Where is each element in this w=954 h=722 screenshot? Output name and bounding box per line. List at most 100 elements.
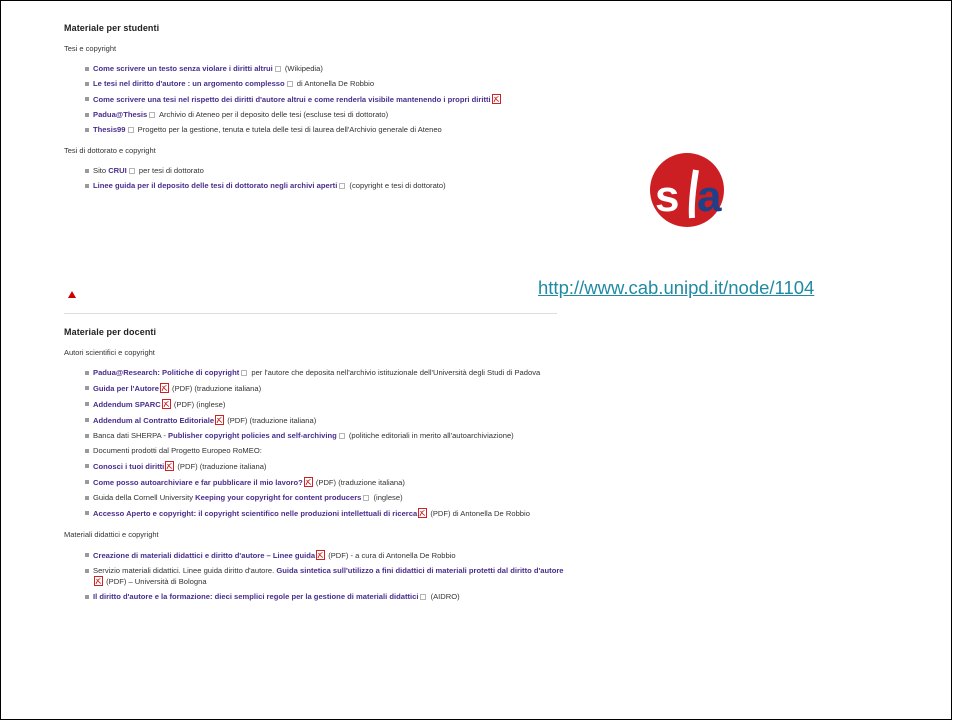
item-text: per l'autore che deposita nell'archivio … <box>249 368 541 377</box>
item-text: (PDF) (traduzione italiana) <box>313 478 405 487</box>
item-text: Guida della Cornell University <box>93 493 196 502</box>
list-item: Sito CRUI per tesi di dottorato <box>85 166 564 176</box>
pdf-icon <box>161 399 171 409</box>
resource-list: Creazione di materiali didattici e dirit… <box>64 550 564 602</box>
list-item: Come scrivere una tesi nel rispetto dei … <box>85 94 564 105</box>
resource-link[interactable]: Keeping your copyright for content produ… <box>195 493 361 502</box>
item-text: (politiche editoriali in merito all'auto… <box>346 431 514 440</box>
resource-link[interactable]: CRUI <box>108 166 127 175</box>
svg-text:s: s <box>655 172 679 221</box>
group-subtitle: Tesi di dottorato e copyright <box>64 146 156 155</box>
list-item: Guida della Cornell University Keeping y… <box>85 493 564 503</box>
item-text: (inglese) <box>371 493 403 502</box>
item-text: (AIDRO) <box>428 592 460 601</box>
resource-link[interactable]: Padua@Research: Politiche di copyright <box>93 368 239 377</box>
resource-link[interactable]: Guida per l'Autore <box>93 384 159 393</box>
resource-link[interactable]: Thesis99 <box>93 125 126 134</box>
external-link-icon <box>274 66 281 72</box>
pdf-icon <box>491 94 501 104</box>
external-link-icon <box>420 594 427 600</box>
section-title-teachers: Materiale per docenti <box>64 327 157 337</box>
list-item: Le tesi nel diritto d'autore : un argome… <box>85 79 564 89</box>
svg-text:a: a <box>697 172 722 221</box>
item-text: Banca dati SHERPA - <box>93 431 168 440</box>
external-link-icon <box>286 81 293 87</box>
resource-list: Come scrivere un testo senza violare i d… <box>64 64 564 135</box>
list-item: Padua@Thesis Archivio di Ateneo per il d… <box>85 110 564 120</box>
resource-link[interactable]: Come scrivere un testo senza violare i d… <box>93 64 273 73</box>
sba-logo: s a <box>650 153 724 227</box>
item-text: (Wikipedia) <box>282 64 323 73</box>
group-subtitle: Tesi e copyright <box>64 44 117 53</box>
pdf-icon <box>418 508 428 518</box>
item-text: Progetto per la gestione, tenuta e tutel… <box>135 125 442 134</box>
pdf-icon <box>165 461 175 471</box>
item-text: (PDF) (inglese) <box>171 400 226 409</box>
item-text: (PDF) di Antonella De Robbio <box>428 509 530 518</box>
students-groups: Tesi e copyright Come scrivere un testo s… <box>64 44 564 191</box>
item-text: di Antonella De Robbio <box>294 79 375 88</box>
back-to-top-triangle-up-icon[interactable] <box>68 291 76 298</box>
pdf-icon <box>94 576 103 586</box>
item-text: Sito <box>93 166 109 175</box>
external-link-icon <box>127 127 134 133</box>
external-link-icon <box>241 370 248 376</box>
pdf-icon <box>303 477 313 487</box>
item-text: Documenti prodotti dal Progetto Europeo … <box>93 446 262 455</box>
slide-frame: Materiale per studenti Tesi e copyright C… <box>0 0 952 720</box>
section-divider <box>64 313 557 314</box>
resource-link[interactable]: Linee guida per il deposito delle tesi d… <box>93 181 337 190</box>
item-text: (PDF) (traduzione italiana) <box>169 384 262 393</box>
external-link-icon <box>339 183 346 189</box>
section-title-students: Materiale per studenti <box>64 23 160 33</box>
list-item: Accesso Aperto e copyright: il copyright… <box>85 508 564 519</box>
external-link-icon <box>338 433 345 439</box>
list-item: Padua@Research: Politiche di copyright p… <box>85 368 564 378</box>
list-item: Conosci i tuoi diritti (PDF) (traduzione… <box>85 461 564 472</box>
list-item: Addendum SPARC (PDF) (inglese) <box>85 399 564 410</box>
resource-link[interactable]: Padua@Thesis <box>93 110 147 119</box>
resource-link[interactable]: Le tesi nel diritto d'autore : un argome… <box>93 79 285 88</box>
item-text: (copyright e tesi di dottorato) <box>347 181 446 190</box>
list-item: Servizio materiali didattici. Linee guid… <box>85 566 564 587</box>
resource-list: Sito CRUI per tesi di dottorato Linee gui… <box>64 166 564 191</box>
group-subtitle: Materiali didattici e copyright <box>64 530 159 539</box>
teachers-groups: Autori scientifici e copyright Padua@Rese… <box>64 348 564 602</box>
list-item: Come posso autoarchiviare e far pubblica… <box>85 477 564 488</box>
list-item: Linee guida per il deposito delle tesi d… <box>85 181 564 191</box>
list-item: Come scrivere un testo senza violare i d… <box>85 64 564 74</box>
source-url-link[interactable]: http://www.cab.unipd.it/node/1104 <box>538 277 814 299</box>
item-text: (PDF) (traduzione italiana) <box>225 416 317 425</box>
pdf-icon <box>215 415 225 425</box>
list-item: Creazione di materiali didattici e dirit… <box>85 550 564 561</box>
resource-link[interactable]: Accesso Aperto e copyright: il copyright… <box>93 509 417 518</box>
resource-link[interactable]: Publisher copyright policies and self-ar… <box>168 431 337 440</box>
resource-link[interactable]: Creazione di materiali didattici e dirit… <box>93 551 315 560</box>
item-text: Servizio materiali didattici. Linee guid… <box>93 566 277 575</box>
resource-link[interactable]: Conosci i tuoi diritti <box>93 462 164 471</box>
list-item: Il diritto d'autore e la formazione: die… <box>85 592 564 602</box>
resource-link[interactable]: Addendum SPARC <box>93 400 161 409</box>
resource-link[interactable]: Come posso autoarchiviare e far pubblica… <box>93 478 303 487</box>
list-item: Addendum al Contratto Editoriale (PDF) (… <box>85 415 564 426</box>
list-item: Banca dati SHERPA - Publisher copyright … <box>85 431 564 441</box>
item-text: per tesi di dottorato <box>136 166 204 175</box>
teachers-section: Materiale per docenti Autori scientifici… <box>64 327 564 613</box>
item-text: (PDF) - a cura di Antonella De Robbio <box>326 551 456 560</box>
item-text: (PDF) – Università di Bologna <box>104 577 207 586</box>
resource-link[interactable]: Il diritto d'autore e la formazione: die… <box>93 592 418 601</box>
external-link-icon <box>128 168 135 174</box>
external-link-icon <box>149 112 156 118</box>
external-link-icon <box>363 495 370 501</box>
resource-list: Padua@Research: Politiche di copyright p… <box>64 368 564 519</box>
list-item: Thesis99 Progetto per la gestione, tenut… <box>85 125 564 135</box>
item-text: (PDF) (traduzione italiana) <box>175 462 267 471</box>
resource-link[interactable]: Guida sintetica sull'utilizzo a fini did… <box>276 566 563 575</box>
list-item: Guida per l'Autore (PDF) (traduzione ita… <box>85 383 564 394</box>
item-text: Archivio di Ateneo per il deposito delle… <box>157 110 389 119</box>
students-section: Materiale per studenti Tesi e copyright C… <box>64 23 564 202</box>
pdf-icon <box>159 383 169 393</box>
resource-link[interactable]: Come scrivere una tesi nel rispetto dei … <box>93 95 491 104</box>
resource-link[interactable]: Addendum al Contratto Editoriale <box>93 416 214 425</box>
group-subtitle: Autori scientifici e copyright <box>64 348 155 357</box>
